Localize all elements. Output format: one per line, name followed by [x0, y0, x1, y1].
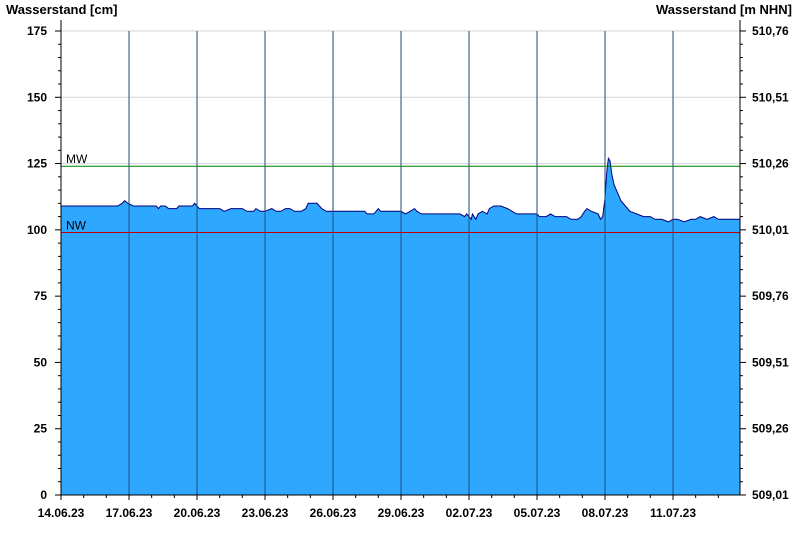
- right-tick-label: 510,51: [752, 90, 789, 104]
- x-tick-label: 20.06.23: [174, 506, 221, 520]
- right-tick-label: 509,26: [752, 422, 789, 436]
- left-tick-label: 0: [40, 488, 47, 502]
- left-tick-label: 175: [27, 24, 47, 38]
- right-axis-ticks: 509,01 509,26 509,51 509,76 510,01 510,26 510,…: [740, 24, 789, 502]
- x-tick-label: 23.06.23: [242, 506, 289, 520]
- ref-label-nw: NW: [66, 219, 87, 233]
- x-tick-label: 11.07.23: [650, 506, 696, 520]
- x-tick-label: 17.06.23: [106, 506, 153, 520]
- x-tick-label: 08.07.23: [582, 506, 629, 520]
- left-tick-label: 25: [34, 422, 48, 436]
- right-tick-label: 509,76: [752, 289, 789, 303]
- ref-label-mw: MW: [66, 152, 88, 166]
- right-tick-label: 510,76: [752, 24, 789, 38]
- left-tick-label: 75: [34, 289, 48, 303]
- left-tick-label: 50: [34, 355, 48, 369]
- x-tick-label: 29.06.23: [378, 506, 425, 520]
- right-tick-label: 509,51: [752, 355, 789, 369]
- left-axis-ticks: 0 25 50 75 100 125 150 175: [27, 24, 61, 502]
- x-axis-ticks: 14.06.23 17.06.23 20.06.23 23.06.23 26.06.23…: [38, 495, 719, 520]
- x-tick-label: 02.07.23: [446, 506, 493, 520]
- x-tick-label: 26.06.23: [310, 506, 357, 520]
- x-tick-label: 05.07.23: [514, 506, 561, 520]
- water-level-chart: MWNW 0255075100125150175 509,01509,26509…: [27, 20, 789, 520]
- left-tick-label: 125: [27, 157, 47, 171]
- right-tick-label: 510,26: [752, 157, 789, 171]
- right-tick-label: 510,01: [752, 223, 789, 237]
- right-tick-label: 509,01: [752, 488, 789, 502]
- left-tick-label: 150: [27, 90, 47, 104]
- left-tick-label: 100: [27, 223, 47, 237]
- x-tick-label: 14.06.23: [38, 506, 85, 520]
